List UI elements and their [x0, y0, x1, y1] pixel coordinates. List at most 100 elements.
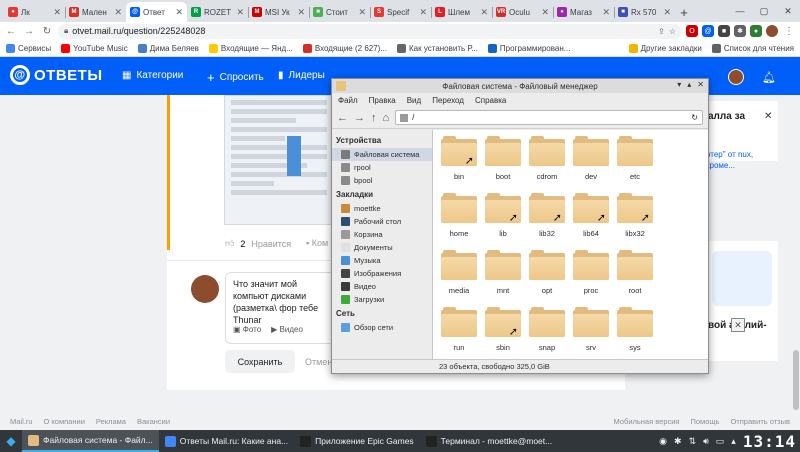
save-button[interactable]: Сохранить — [225, 350, 295, 373]
sidebar-item[interactable]: rpool — [332, 161, 432, 174]
minimize-icon[interactable]: — — [728, 0, 752, 22]
fm-file-view[interactable]: ➚ bin boot cdrom dev etc home ➚ lib ➚ lib32 ➚ lib64 ➚… — [433, 130, 745, 359]
folder-item[interactable]: ➚ lib32 — [525, 193, 569, 240]
folder-item[interactable]: ➚ lib64 — [569, 193, 613, 240]
nav-categories[interactable]: ▦ Категории — [122, 70, 183, 81]
site-logo[interactable]: @ ОТВЕТЫ — [10, 65, 103, 85]
promo-text[interactable]: отер" от nux, кроме... — [706, 149, 778, 171]
forward-arrow-icon[interactable]: → — [22, 24, 36, 38]
sidebar-item[interactable]: Документы — [332, 241, 432, 254]
folder-item[interactable]: boot — [481, 136, 525, 183]
profile-avatar[interactable] — [766, 25, 778, 37]
back-arrow-icon[interactable]: ← — [337, 112, 348, 124]
tab-close-icon[interactable]: ✕ — [541, 7, 549, 18]
tray-expand-icon[interactable]: ▴ — [731, 436, 736, 447]
network-icon[interactable]: ⇅ — [689, 436, 697, 447]
browser-tab[interactable]: @ Ответ ✕ — [126, 2, 187, 22]
footer-link[interactable]: О компании — [44, 417, 85, 426]
new-tab-button[interactable]: + — [675, 2, 693, 22]
sidebar-item[interactable]: bpool — [332, 174, 432, 187]
footer-link[interactable]: Вакансии — [137, 417, 170, 426]
like-button[interactable]: 👍︎ 2 Нравится — [225, 238, 291, 249]
footer-link[interactable]: Mail.ru — [10, 417, 33, 426]
tab-close-icon[interactable]: ✕ — [114, 7, 122, 18]
fm-titlebar[interactable]: Файловая система - Файловый менеджер ▾ ▴… — [332, 79, 708, 93]
extension-box-icon[interactable]: ■ — [718, 25, 730, 37]
page-scrollbar[interactable] — [792, 95, 800, 413]
folder-item[interactable]: ➚ libx32 — [613, 193, 657, 240]
extensions-puzzle-icon[interactable]: ✱ — [734, 25, 746, 37]
photo-attach[interactable]: ▣ Фото — [233, 324, 261, 336]
browser-tab[interactable]: M MSI Ук ✕ — [248, 2, 309, 22]
folder-item[interactable]: cdrom — [525, 136, 569, 183]
footer-link[interactable]: Реклама — [96, 417, 126, 426]
tab-close-icon[interactable]: ✕ — [53, 7, 61, 18]
browser-tab[interactable]: S Specif ✕ — [370, 2, 431, 22]
browser-tab[interactable]: VR Oculu ✕ — [492, 2, 553, 22]
other-bookmarks-folder[interactable]: Другие закладки — [628, 43, 702, 53]
fm-menu-item[interactable]: Вид — [407, 96, 421, 105]
footer-link[interactable]: Отправить отзыв — [730, 417, 790, 426]
minimize-icon[interactable]: ▾ — [677, 80, 681, 89]
bookmark-item[interactable]: YouTube Music — [61, 43, 128, 53]
sidebar-item[interactable]: Загрузки — [332, 293, 432, 306]
promo-close-icon[interactable]: ✕ — [764, 111, 772, 122]
ad-banner[interactable]: вой англий- — [706, 241, 778, 361]
close-icon[interactable]: ✕ — [776, 0, 800, 22]
nav-leaders[interactable]: ▮ Лидеры — [278, 70, 325, 81]
sidebar-item[interactable]: Обзор сети — [332, 321, 432, 334]
fm-menu-item[interactable]: Справка — [475, 96, 506, 105]
bookmark-item[interactable]: Дима Беляев — [137, 43, 199, 53]
battery-icon[interactable]: ▭ — [716, 436, 725, 447]
sidebar-item[interactable]: Файловая система — [332, 148, 432, 161]
forward-arrow-icon[interactable]: → — [354, 112, 365, 124]
sidebar-item[interactable]: Музыка — [332, 254, 432, 267]
answer-image[interactable] — [224, 95, 334, 225]
sidebar-item[interactable]: moettke — [332, 202, 432, 215]
video-attach[interactable]: ▶ Видео — [271, 324, 303, 336]
folder-item[interactable]: opt — [525, 250, 569, 297]
folder-item[interactable]: media — [437, 250, 481, 297]
tab-close-icon[interactable]: ✕ — [663, 7, 671, 18]
folder-item[interactable]: mnt — [481, 250, 525, 297]
cancel-button[interactable]: Отмен — [305, 350, 332, 373]
reload-icon[interactable]: ↻ — [40, 24, 54, 38]
comment-button[interactable]: ▪ Ком — [306, 238, 328, 248]
menu-dots-icon[interactable]: ⋮ — [782, 24, 796, 38]
folder-item[interactable]: srv — [569, 307, 613, 354]
bookmark-item[interactable]: Программирован... — [487, 43, 570, 53]
reload-icon[interactable]: ↻ — [691, 113, 698, 122]
tab-close-icon[interactable]: ✕ — [480, 7, 488, 18]
taskbar-task[interactable]: Терминал - moettke@moet... — [420, 430, 559, 452]
tab-close-icon[interactable]: ✕ — [419, 7, 427, 18]
footer-link[interactable]: Помощь — [691, 417, 720, 426]
tab-close-icon[interactable]: ✕ — [175, 7, 183, 18]
nav-ask[interactable]: + Спросить — [207, 70, 264, 85]
user-avatar[interactable] — [728, 69, 745, 85]
fm-menu-item[interactable]: Переход — [432, 96, 464, 105]
folder-item[interactable]: ➚ sbin — [481, 307, 525, 354]
extension-green-icon[interactable]: ● — [750, 25, 762, 37]
bell-icon[interactable]: 🔔︎ — [762, 71, 776, 84]
bookmark-item[interactable]: Входящие (2 627)... — [302, 43, 387, 53]
browser-tab[interactable]: ● Лк ✕ — [4, 2, 65, 22]
folder-item[interactable]: etc — [613, 136, 657, 183]
tab-close-icon[interactable]: ✕ — [297, 7, 305, 18]
bookmark-star-icon[interactable]: ☆ — [669, 27, 676, 36]
browser-tab[interactable]: M Мален ✕ — [65, 2, 126, 22]
extension-icon[interactable]: @ — [702, 25, 714, 37]
taskbar-task[interactable]: Файловая система - Файл... — [22, 430, 159, 452]
browser-tab[interactable]: ■ Стоит ✕ — [309, 2, 370, 22]
bookmark-item[interactable]: Как установить Р... — [397, 43, 478, 53]
volume-icon[interactable]: 🔊︎ — [703, 436, 709, 447]
up-arrow-icon[interactable]: ↑ — [371, 112, 377, 124]
share-icon[interactable]: ⇪ — [658, 27, 665, 36]
extension-opera-icon[interactable]: O — [686, 25, 698, 37]
browser-tab[interactable]: R ROZET ✕ — [187, 2, 248, 22]
taskbar-task[interactable]: Приложение Epic Games — [294, 430, 420, 452]
folder-item[interactable]: proc — [569, 250, 613, 297]
maximize-icon[interactable]: ▴ — [687, 80, 691, 89]
chrome-tray-icon[interactable]: ◉ — [659, 436, 667, 447]
bookmark-item[interactable]: Входящие — Янд... — [208, 43, 293, 53]
tab-close-icon[interactable]: ✕ — [602, 7, 610, 18]
